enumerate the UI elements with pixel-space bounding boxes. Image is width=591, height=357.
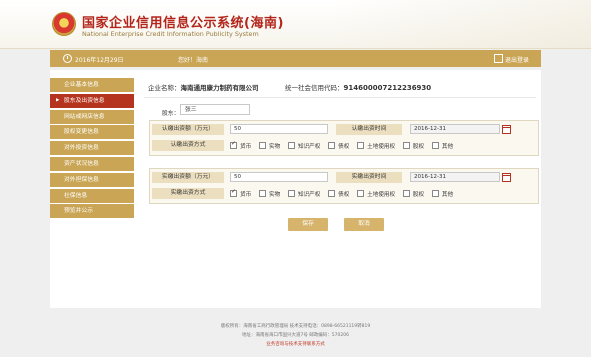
paid-option-other[interactable]: 其他 [431,190,453,198]
checkbox-checked-icon[interactable] [230,188,237,197]
logout-link[interactable]: 退出登录 [505,55,529,64]
credit-code-label: 统一社会信用代码： [285,84,344,92]
sidebar-item-preview-publish[interactable]: 预览并公示 [50,204,134,219]
subscribed-method-options: 货币 实物 知识产权 债权 土地使用权 股权 其他 [230,140,459,150]
sidebar-item-shareholder-contribution[interactable]: 股东及出资信息 [50,93,134,108]
checkbox-checked-icon[interactable] [230,140,237,149]
paid-date-input[interactable]: 2016-12-31 [410,172,500,182]
main-panel: 企业基本信息 股东及出资信息 网站或网店信息 股权变更信息 对外投资信息 资产状… [50,70,541,308]
company-name-label: 企业名称： [148,84,181,92]
subscribed-method-label: 认缴出资方式 [152,140,224,151]
save-button[interactable]: 保存 [288,218,328,231]
sidebar-item-social-security[interactable]: 社保信息 [50,188,134,203]
checkbox-icon[interactable] [258,142,266,149]
checkbox-icon[interactable] [287,190,295,197]
header-background [331,0,591,48]
sidebar: 企业基本信息 股东及出资信息 网站或网店信息 股权变更信息 对外投资信息 资产状… [50,78,134,220]
current-date: 2016年12月29日 [75,57,124,64]
subscribed-option-ip[interactable]: 知识产权 [287,142,320,150]
company-name-line: 企业名称：海南通用康力制药有限公司 [148,82,259,92]
subscribed-amount-input[interactable]: 50 [230,124,328,134]
checkbox-icon[interactable] [328,142,336,149]
paid-option-debt[interactable]: 债权 [328,190,349,198]
national-emblem-icon [52,12,76,36]
checkbox-icon[interactable] [328,190,336,197]
paid-method-label: 实缴出资方式 [152,188,224,199]
shareholder-input[interactable]: 张三 [180,104,250,115]
subscribed-option-cash[interactable]: 货币 [230,140,251,150]
sidebar-item-website[interactable]: 网站或网店信息 [50,109,134,124]
subscribed-option-other[interactable]: 其他 [431,142,453,150]
site-title: 国家企业信用信息公示系统(海南) [82,16,284,31]
checkbox-icon[interactable] [402,142,410,149]
clock-icon [63,54,72,63]
company-name: 海南通用康力制药有限公司 [180,84,259,92]
paid-option-goods[interactable]: 实物 [258,190,280,198]
paid-amount-label: 实缴出资额（万元） [152,172,224,183]
checkbox-icon[interactable] [258,190,266,197]
checkbox-icon[interactable] [431,190,439,197]
welcome-text: 您好！海南 [178,57,209,64]
site-header: 国家企业信用信息公示系统(海南) National Enterprise Cre… [0,0,591,49]
checkbox-icon[interactable] [431,142,439,149]
credit-code: 914600007212236930 [343,84,432,92]
paid-date-label: 实缴出资时间 [336,172,402,183]
top-bar: 2016年12月29日 您好！海南 退出登录 [50,50,541,67]
logout-icon[interactable] [494,54,503,63]
checkbox-icon[interactable] [357,190,365,197]
footer-address: 地址：海南省海口市国兴大道7号 邮政编码：570206 [242,333,349,338]
cancel-button[interactable]: 取消 [344,218,384,231]
subscribed-section: 认缴出资额（万元） 50 认缴出资时间 2016-12-31 认缴出资方式 货币… [149,120,539,156]
checkbox-icon[interactable] [402,190,410,197]
paid-amount-input[interactable]: 50 [230,172,328,182]
paid-section: 实缴出资额（万元） 50 实缴出资时间 2016-12-31 实缴出资方式 货币… [149,168,539,204]
subscribed-option-land[interactable]: 土地使用权 [357,142,395,150]
subscribed-option-goods[interactable]: 实物 [258,142,280,150]
checkbox-icon[interactable] [287,142,295,149]
page-footer: 版权所有：海南省工商行政管理局 技术支持电话：0898-66521119转819… [0,322,591,349]
subscribed-amount-label: 认缴出资额（万元） [152,124,224,135]
paid-option-land[interactable]: 土地使用权 [357,190,395,198]
sidebar-item-assets[interactable]: 资产状况信息 [50,156,134,171]
sidebar-item-investment[interactable]: 对外投资信息 [50,141,134,156]
subscribed-option-equity[interactable]: 股权 [402,142,424,150]
footer-copyright: 版权所有：海南省工商行政管理局 技术支持电话：0898-66521119转819 [220,324,371,329]
site-subtitle: National Enterprise Credit Information P… [82,30,259,38]
paid-option-cash[interactable]: 货币 [230,188,251,198]
paid-option-equity[interactable]: 股权 [402,190,424,198]
subscribed-date-input[interactable]: 2016-12-31 [410,124,500,134]
checkbox-icon[interactable] [357,142,365,149]
footer-support-link[interactable]: 业务咨询与技术支持联系方式 [0,340,591,349]
divider [144,97,536,98]
sidebar-item-basic-info[interactable]: 企业基本信息 [50,78,134,92]
shareholder-label: 股东： [162,111,180,117]
subscribed-date-label: 认缴出资时间 [336,124,402,135]
calendar-icon[interactable] [502,125,511,134]
sidebar-item-equity-change[interactable]: 股权变更信息 [50,125,134,140]
sidebar-item-guarantee[interactable]: 对外担保信息 [50,172,134,187]
paid-method-options: 货币 实物 知识产权 债权 土地使用权 股权 其他 [230,188,459,198]
calendar-icon[interactable] [502,173,511,182]
paid-option-ip[interactable]: 知识产权 [287,190,320,198]
subscribed-option-debt[interactable]: 债权 [328,142,349,150]
company-code-line: 统一社会信用代码：914600007212236930 [285,82,431,92]
